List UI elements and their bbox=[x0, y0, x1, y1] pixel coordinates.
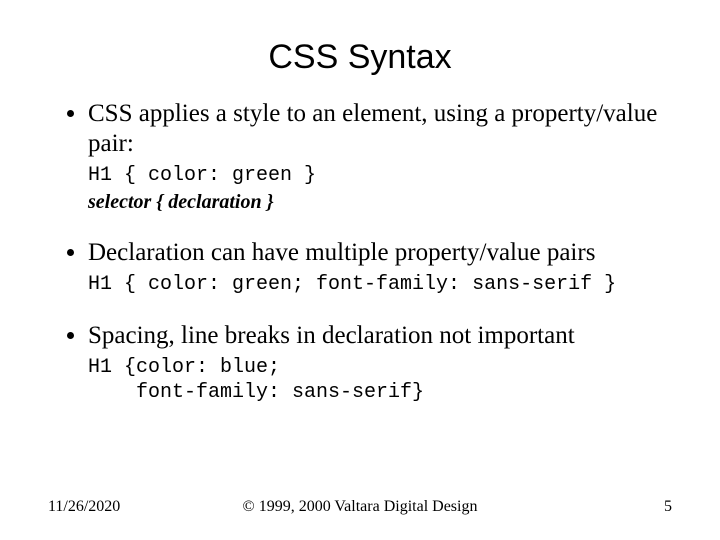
bullet-list: CSS applies a style to an element, using… bbox=[48, 99, 672, 405]
bullet-1-annotation: selector { declaration } bbox=[88, 190, 672, 214]
bullet-3: Spacing, line breaks in declaration not … bbox=[88, 321, 672, 405]
footer-copyright: © 1999, 2000 Valtara Digital Design bbox=[48, 498, 672, 516]
slide-footer: 11/26/2020 © 1999, 2000 Valtara Digital … bbox=[48, 498, 672, 516]
slide-title: CSS Syntax bbox=[48, 38, 672, 77]
bullet-1-text: CSS applies a style to an element, using… bbox=[88, 100, 657, 157]
bullet-1-code: H1 { color: green } bbox=[88, 163, 672, 188]
bullet-2: Declaration can have multiple property/v… bbox=[88, 238, 672, 297]
bullet-3-text: Spacing, line breaks in declaration not … bbox=[88, 322, 575, 349]
bullet-1: CSS applies a style to an element, using… bbox=[88, 99, 672, 214]
bullet-2-code: H1 { color: green; font-family: sans-ser… bbox=[88, 272, 672, 297]
bullet-3-code: H1 {color: blue; font-family: sans-serif… bbox=[88, 355, 672, 405]
slide: CSS Syntax CSS applies a style to an ele… bbox=[0, 0, 720, 540]
footer-date: 11/26/2020 bbox=[48, 498, 120, 516]
bullet-2-text: Declaration can have multiple property/v… bbox=[88, 239, 595, 266]
footer-page-number: 5 bbox=[664, 498, 672, 516]
